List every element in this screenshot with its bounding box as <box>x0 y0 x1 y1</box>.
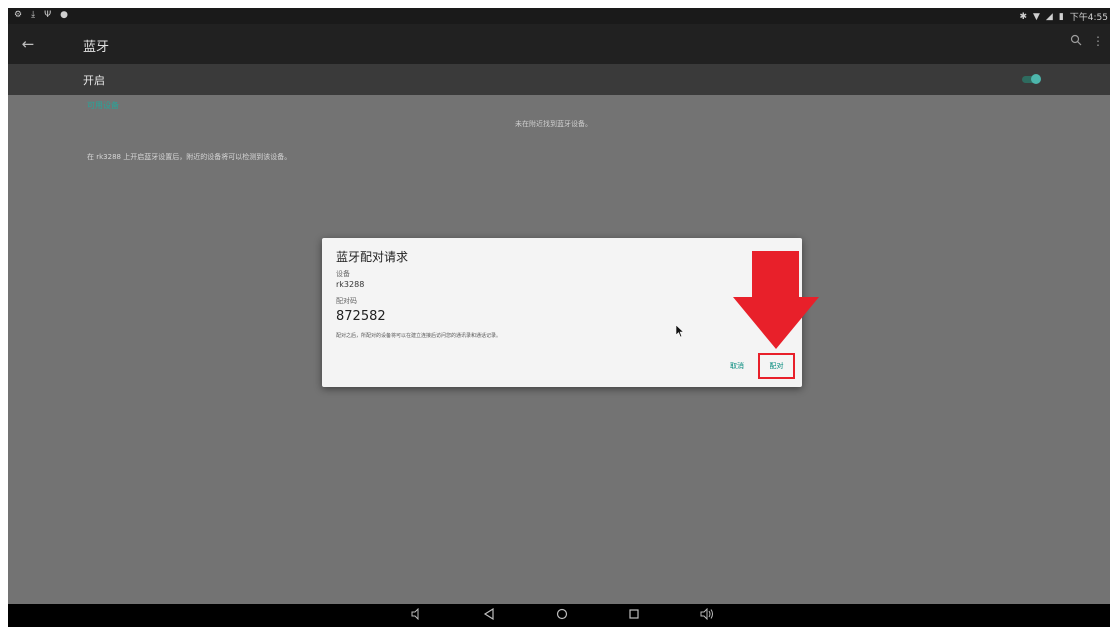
cancel-button[interactable]: 取消 <box>730 361 744 371</box>
available-devices-header: 可用设备 <box>87 101 119 110</box>
signal-icon: ◢ <box>1045 11 1053 22</box>
volume-up-icon[interactable] <box>700 607 714 623</box>
pairing-request-dialog: 蓝牙配对请求 设备 rk3288 配对码 872582 配对之后，所配对的设备将… <box>322 238 802 387</box>
visibility-hint: 在 rk3288 上开启蓝牙设置后，附近的设备将可以检测到该设备。 <box>87 153 292 161</box>
bluetooth-icon: ✱ <box>1019 11 1027 22</box>
toggle-thumb <box>1031 74 1041 84</box>
pairing-code: 872582 <box>336 309 386 324</box>
wifi-icon: ▼ <box>1032 11 1040 22</box>
status-bar: ⚙ ⤓ Ψ ● ✱ ▼ ◢ ▮ 下午4:55 <box>8 8 1110 24</box>
status-left-icons: ⚙ ⤓ Ψ ● <box>14 10 68 20</box>
back-icon[interactable] <box>483 607 495 623</box>
device-label: 设备 <box>336 270 350 278</box>
switch-label: 开启 <box>83 74 105 87</box>
volume-down-icon[interactable] <box>411 607 423 623</box>
app-bar: ← 蓝牙 ⋮ <box>8 24 1110 64</box>
dialog-title: 蓝牙配对请求 <box>336 250 409 264</box>
bluetooth-switch-bar[interactable]: 开启 <box>8 64 1110 95</box>
more-vert-icon[interactable]: ⋮ <box>1092 34 1104 48</box>
no-devices-message: 未在附近找到蓝牙设备。 <box>515 120 592 128</box>
back-arrow-icon[interactable]: ← <box>18 34 38 54</box>
page-title: 蓝牙 <box>83 40 110 55</box>
mouse-cursor-icon <box>675 323 685 342</box>
settings-icon: ⚙ <box>14 10 23 20</box>
red-arrow-annotation-icon <box>733 251 819 349</box>
battery-icon: ▮ <box>1058 11 1064 22</box>
home-icon[interactable] <box>556 608 568 623</box>
pair-button[interactable]: 配对 <box>758 353 795 379</box>
navigation-bar <box>8 604 1110 627</box>
pairing-note: 配对之后，所配对的设备将可以在建立连接后访问您的通讯录和通话记录。 <box>336 333 502 339</box>
pairing-code-label: 配对码 <box>336 297 357 305</box>
usb-icon: Ψ <box>44 10 52 20</box>
recents-icon[interactable] <box>628 608 640 623</box>
status-right-icons: ✱ ▼ ◢ ▮ 下午4:55 <box>1019 10 1108 24</box>
pin-icon: ● <box>60 10 69 20</box>
search-icon[interactable] <box>1070 34 1082 49</box>
bluetooth-toggle[interactable] <box>1022 74 1041 84</box>
download-icon: ⤓ <box>31 10 36 20</box>
device-name: rk3288 <box>336 280 365 289</box>
status-time: 下午4:55 <box>1069 13 1108 23</box>
